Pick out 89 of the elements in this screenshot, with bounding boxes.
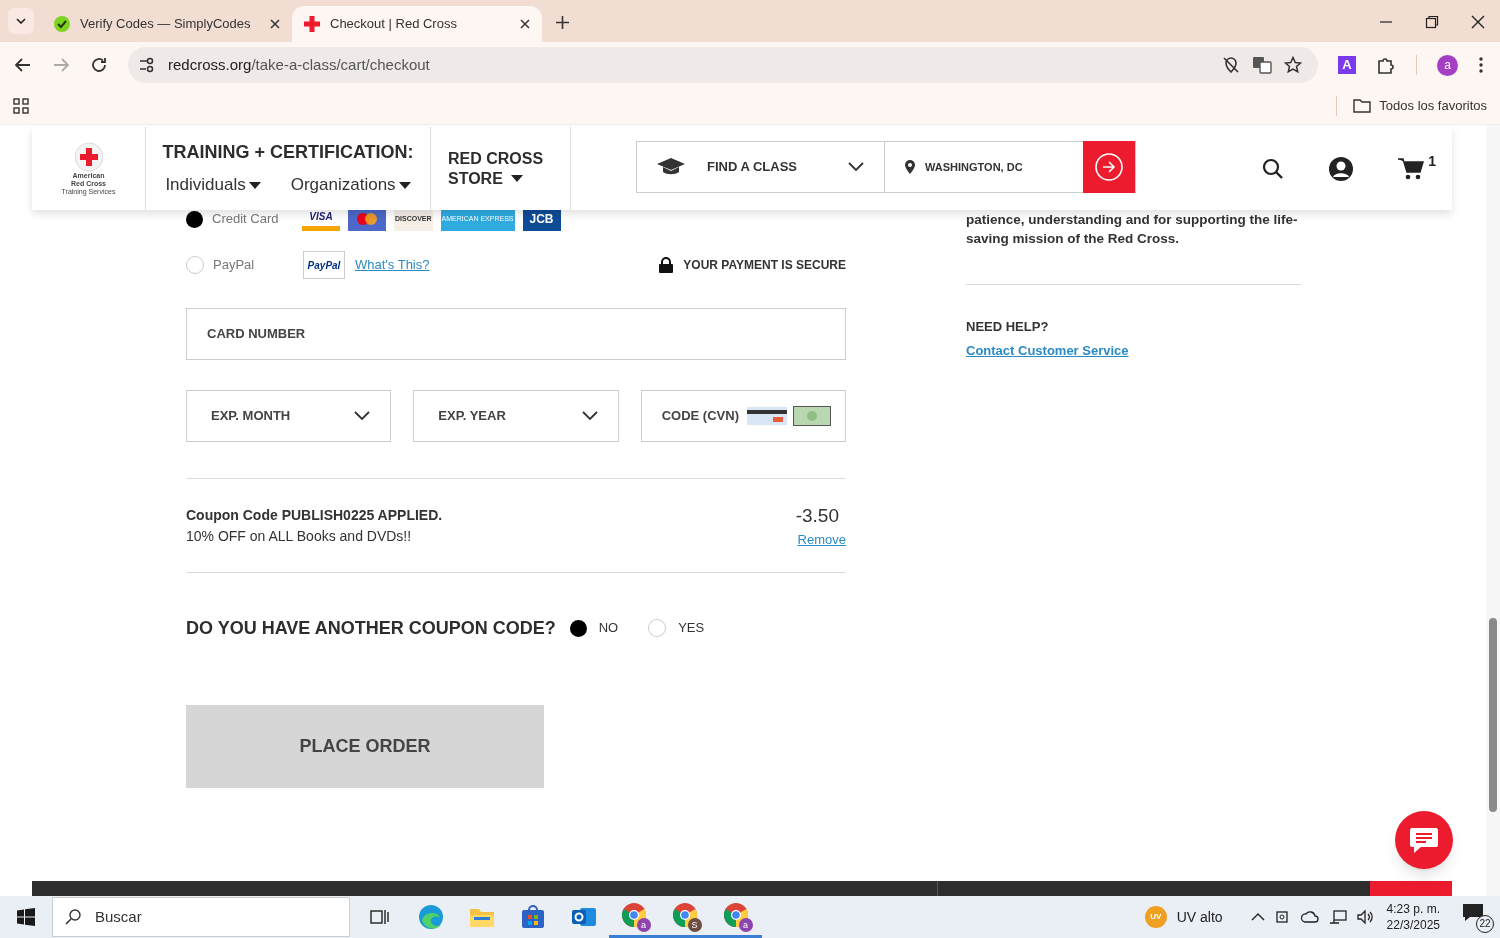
close-icon[interactable]: [270, 19, 280, 29]
puzzle-icon[interactable]: [1376, 55, 1396, 75]
radio-button[interactable]: [569, 619, 587, 637]
start-icon[interactable]: [17, 908, 35, 926]
cvn-field[interactable]: CODE (CVN): [640, 390, 846, 442]
address-bar[interactable]: redcross.org/take-a-class/cart/checkout: [128, 47, 1318, 83]
browser-tab[interactable]: Checkout | Red Cross: [292, 6, 542, 42]
card-front-icon: [793, 406, 831, 426]
radio-button[interactable]: [186, 210, 203, 228]
search-icon[interactable]: [1262, 157, 1285, 180]
secure-note: YOUR PAYMENT IS SECURE: [683, 257, 846, 274]
coupon-question: DO YOU HAVE ANOTHER COUPON CODE?: [186, 616, 556, 640]
url-text: redcross.org/take-a-class/cart/checkout: [168, 54, 431, 75]
profile-avatar[interactable]: a: [1437, 54, 1458, 76]
chevron-down-icon: [16, 18, 26, 24]
cloud-icon[interactable]: [1300, 909, 1319, 925]
folder-icon: [1353, 99, 1372, 113]
place-order-button[interactable]: PLACE ORDER: [186, 705, 544, 788]
tab-list-button[interactable]: [8, 8, 34, 34]
radio-label: YES: [678, 619, 705, 638]
chat-bubble-icon: [1409, 826, 1439, 854]
payment-method-label: Credit Card: [212, 210, 280, 229]
browser-wave-icon[interactable]: [417, 904, 444, 930]
tab-title: Checkout | Red Cross: [330, 15, 458, 34]
payment-method-label: PayPal: [213, 256, 256, 275]
card-back-icon: [747, 407, 787, 425]
volume-icon[interactable]: [1356, 909, 1375, 925]
coupon-title: Coupon Code PUBLISH0225 APPLIED.: [186, 505, 443, 525]
close-icon[interactable]: [520, 19, 530, 29]
cart-icon[interactable]: [1398, 156, 1425, 181]
thank-you-text: patience, understanding and for supporting the life-saving mission of the Red Cross.: [966, 210, 1301, 285]
nav-menu[interactable]: Organizations: [290, 172, 411, 198]
restore-icon[interactable]: [1424, 14, 1440, 30]
weather-widget[interactable]: UV UV alto: [1144, 906, 1223, 928]
chevron-up-icon[interactable]: [1250, 912, 1265, 922]
help-title: NEED HELP?: [966, 318, 1050, 336]
nav-title: TRAINING + CERTIFICATION:: [162, 141, 414, 165]
translate-icon[interactable]: [1252, 56, 1272, 74]
search-icon: [65, 909, 81, 925]
expiry-dropdown[interactable]: EXP. YEAR: [413, 390, 619, 442]
close-icon[interactable]: [1470, 14, 1486, 30]
bookmark-folder[interactable]: Todos los favoritos: [1353, 96, 1487, 116]
site-settings-icon[interactable]: [138, 57, 156, 73]
reload-icon[interactable]: [90, 56, 108, 74]
check-badge-icon: [54, 16, 70, 32]
coupon-description: 10% OFF on ALL Books and DVDs!!: [186, 526, 413, 546]
chrome-app-button[interactable]: S: [671, 901, 700, 930]
caret-icon: [510, 175, 523, 182]
account-icon[interactable]: [1328, 155, 1355, 182]
network-icon[interactable]: [1328, 909, 1347, 925]
location-off-icon[interactable]: [1222, 56, 1240, 74]
radio-label: NO: [598, 619, 619, 638]
extension-icon[interactable]: A: [1338, 56, 1356, 74]
scrollbar[interactable]: [1486, 125, 1500, 896]
taskbar-search[interactable]: Buscar: [52, 897, 350, 937]
lock-icon: [659, 257, 674, 273]
nav-menu[interactable]: Individuals: [165, 172, 261, 198]
contact-link[interactable]: Contact Customer Service: [966, 340, 1301, 360]
chat-button[interactable]: [1395, 811, 1453, 869]
mail-app-icon[interactable]: [570, 905, 597, 929]
clock[interactable]: 4:23 p. m. 22/3/2025: [1386, 901, 1440, 933]
radio-button[interactable]: [648, 619, 667, 637]
caret-icon: [248, 181, 261, 189]
paypal-logo: PayPal: [303, 251, 345, 279]
cross-emblem-icon: [73, 141, 104, 172]
chrome-app-button[interactable]: a: [620, 901, 649, 930]
task-view-icon[interactable]: [369, 908, 390, 926]
bookmark-star-icon[interactable]: [1284, 56, 1302, 74]
new-tab-icon[interactable]: [556, 16, 569, 29]
remove-link[interactable]: Remove: [797, 530, 846, 550]
tab-title: Verify Codes — SimplyCodes: [80, 15, 252, 34]
whats-this-link[interactable]: What's This?: [355, 255, 430, 275]
cross-icon: [304, 16, 320, 32]
chevron-down-icon: [354, 411, 371, 421]
browser-tab[interactable]: Verify Codes — SimplyCodes: [42, 6, 292, 42]
folder-icon[interactable]: [468, 906, 495, 928]
store-bag-icon[interactable]: [520, 905, 545, 929]
camera-icon[interactable]: [1274, 909, 1291, 925]
chrome-app-button[interactable]: a: [722, 901, 751, 930]
menu-icon[interactable]: [1478, 56, 1484, 74]
caret-icon: [398, 181, 411, 189]
cart-count: 1: [1428, 151, 1436, 171]
chevron-down-icon: [581, 411, 598, 421]
radio-button[interactable]: [186, 256, 204, 274]
discount-amount: -3.50: [795, 503, 840, 528]
card-number-field[interactable]: CARD NUMBER: [186, 308, 846, 360]
expiry-dropdown[interactable]: EXP. MONTH: [186, 390, 392, 442]
back-icon[interactable]: [14, 56, 32, 74]
apps-grid-icon[interactable]: [13, 98, 29, 114]
